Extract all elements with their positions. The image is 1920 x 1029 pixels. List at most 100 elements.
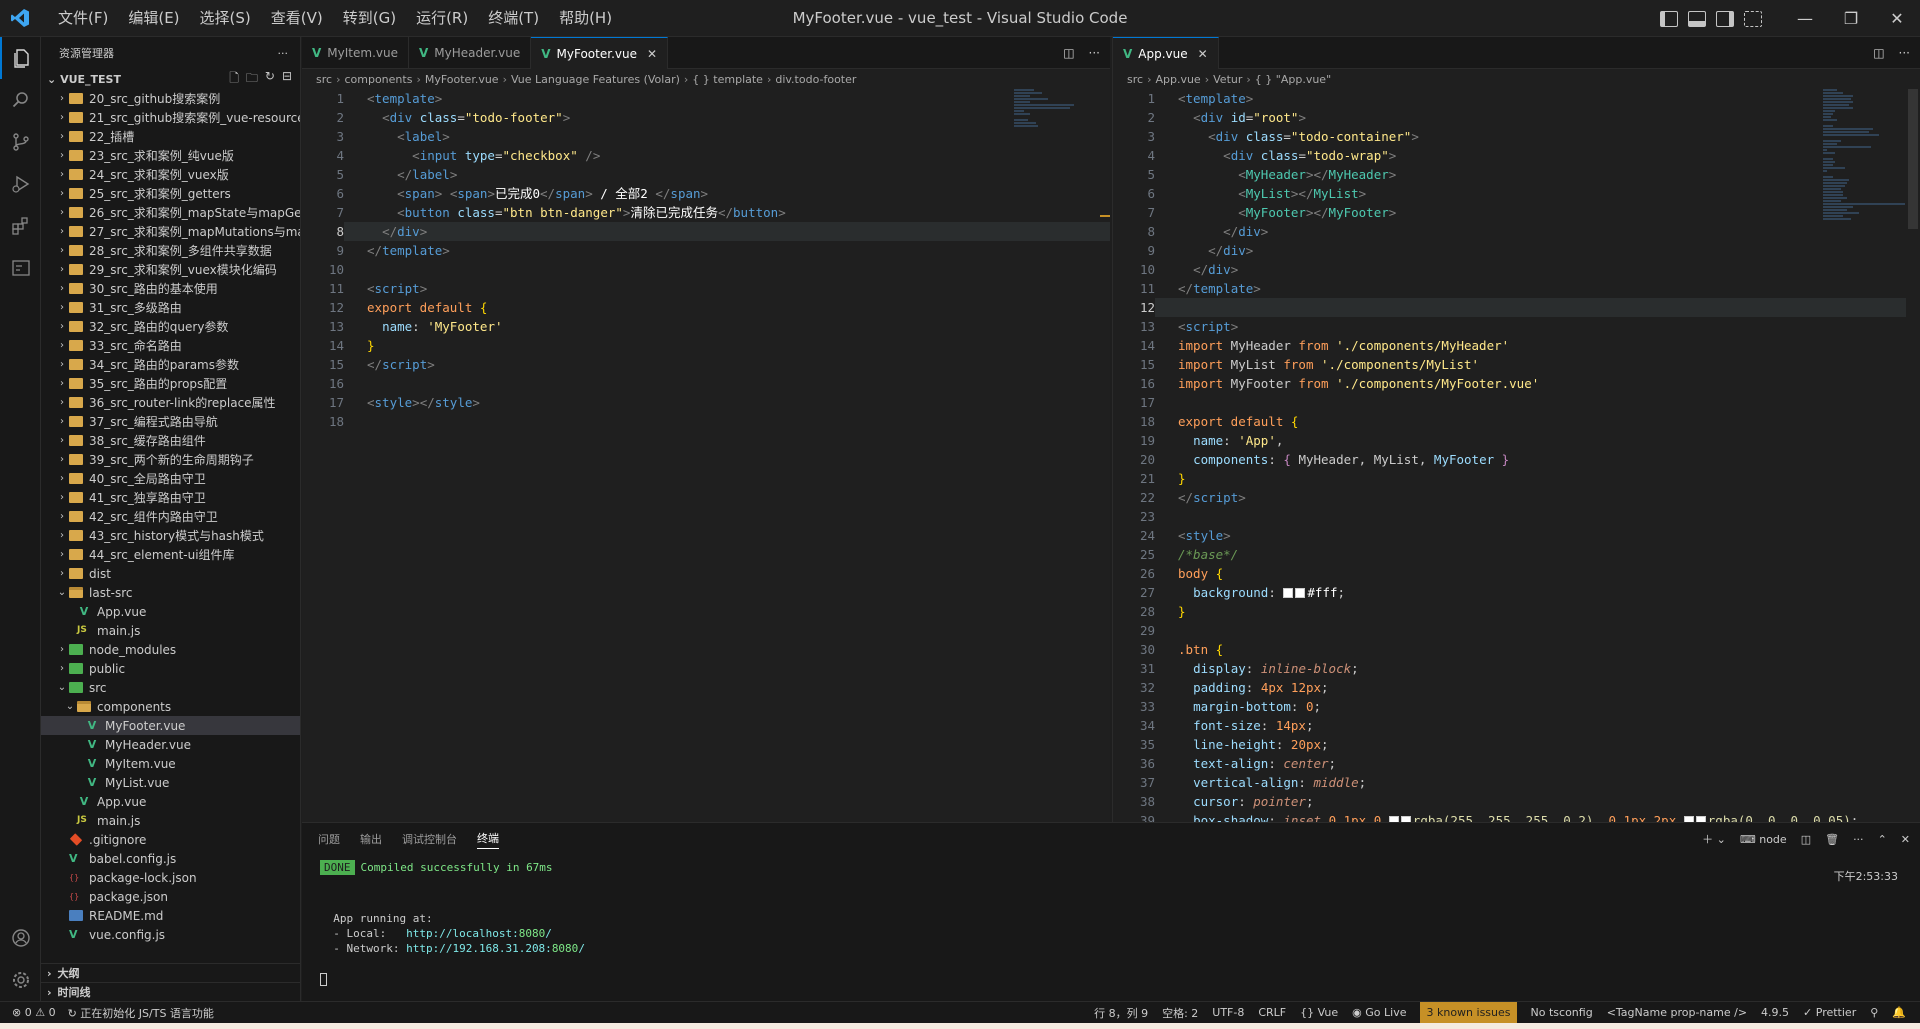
breadcrumb-item[interactable]: { } "App.vue": [1255, 73, 1331, 86]
vertical-scrollbar[interactable]: [1906, 89, 1920, 822]
project-name[interactable]: VUE_TEST: [60, 73, 121, 86]
ts-version[interactable]: 4.9.5: [1761, 1006, 1789, 1019]
tree-item[interactable]: .gitignore: [41, 830, 300, 849]
close-tab-icon[interactable]: ✕: [647, 47, 657, 61]
tab-terminal[interactable]: 终端: [477, 830, 499, 849]
breadcrumb-item[interactable]: Vue Language Features (Volar): [511, 73, 680, 86]
tree-item[interactable]: › 44_src_element-ui组件库: [41, 545, 300, 564]
tree-item[interactable]: › 37_src_编程式路由导航: [41, 412, 300, 431]
code-editor-right[interactable]: 1 <template> 2 <div id="root"> 3 <div cla…: [1113, 89, 1920, 822]
notifications-icon[interactable]: 🔔: [1892, 1006, 1906, 1019]
maximize-panel-icon[interactable]: ⌃: [1878, 833, 1887, 846]
terminal-output[interactable]: DONE Compiled successfully in 67ms App ru…: [302, 860, 1920, 988]
tag-name-style[interactable]: <TagName prop-name />: [1607, 1006, 1747, 1019]
new-terminal-icon[interactable]: ＋ ⌄: [1702, 831, 1726, 847]
tree-item[interactable]: › 32_src_路由的query参数: [41, 317, 300, 336]
refresh-icon[interactable]: ↻: [265, 69, 275, 90]
tree-item[interactable]: › 36_src_router-link的replace属性: [41, 393, 300, 412]
menu-run[interactable]: 运行(R): [406, 0, 478, 37]
breadcrumb-item[interactable]: src: [1127, 73, 1143, 86]
menu-terminal[interactable]: 终端(T): [478, 0, 549, 37]
breadcrumb-item[interactable]: MyFooter.vue: [425, 73, 499, 86]
go-live-button[interactable]: ◉ Go Live: [1352, 1006, 1406, 1019]
tsconfig-status[interactable]: No tsconfig: [1531, 1006, 1593, 1019]
known-issues-badge[interactable]: 3 known issues: [1420, 1001, 1517, 1024]
tree-item[interactable]: V MyList.vue: [41, 773, 300, 792]
tree-item[interactable]: › 39_src_两个新的生命周期钩子: [41, 450, 300, 469]
restore-button[interactable]: ❐: [1828, 0, 1874, 37]
menu-help[interactable]: 帮助(H): [549, 0, 622, 37]
timeline-section[interactable]: › 时间线: [41, 982, 300, 1001]
tree-item[interactable]: › 42_src_组件内路由守卫: [41, 507, 300, 526]
tree-item[interactable]: › 30_src_路由的基本使用: [41, 279, 300, 298]
toggle-panel-icon[interactable]: [1688, 10, 1706, 27]
search-icon[interactable]: [0, 79, 41, 121]
tree-item[interactable]: {} package-lock.json: [41, 868, 300, 887]
more-actions-icon[interactable]: ···: [1853, 833, 1864, 846]
tree-item[interactable]: › 28_src_求和案例_多组件共享数据: [41, 241, 300, 260]
language-init-status[interactable]: ↻ 正在初始化 JS/TS 语言功能: [68, 1005, 214, 1021]
tree-item[interactable]: Vbabel.config.js: [41, 849, 300, 868]
editor-tab[interactable]: V MyItem.vue: [302, 37, 409, 69]
line-ending[interactable]: CRLF: [1258, 1006, 1286, 1019]
more-actions-icon[interactable]: ···: [278, 47, 289, 60]
editor-tab[interactable]: V MyHeader.vue: [409, 37, 532, 69]
tree-item[interactable]: › 20_src_github搜索案例: [41, 89, 300, 108]
accounts-icon[interactable]: ⚲: [1870, 1006, 1878, 1019]
prettier-status[interactable]: ✓ Prettier: [1803, 1006, 1856, 1019]
tree-item[interactable]: V MyFooter.vue: [41, 716, 300, 735]
remote-explorer-icon[interactable]: [0, 247, 41, 289]
kill-terminal-icon[interactable]: 🗑: [1825, 833, 1839, 846]
split-terminal-icon[interactable]: ◫: [1801, 833, 1811, 846]
breadcrumb-item[interactable]: src: [316, 73, 332, 86]
tree-item[interactable]: › 31_src_多级路由: [41, 298, 300, 317]
tree-item[interactable]: › 23_src_求和案例_纯vue版: [41, 146, 300, 165]
tab-problems[interactable]: 问题: [318, 831, 340, 847]
minimize-button[interactable]: —: [1782, 0, 1828, 37]
menu-view[interactable]: 查看(V): [261, 0, 333, 37]
tree-item[interactable]: V App.vue: [41, 602, 300, 621]
extensions-icon[interactable]: [0, 205, 41, 247]
close-panel-icon[interactable]: ✕: [1901, 833, 1910, 846]
menu-file[interactable]: 文件(F): [48, 0, 118, 37]
minimap[interactable]: [1823, 89, 1905, 289]
more-actions-icon[interactable]: ···: [1899, 46, 1910, 60]
language-mode[interactable]: {} Vue: [1300, 1006, 1338, 1019]
settings-gear-icon[interactable]: [0, 959, 41, 1001]
editor-tab[interactable]: V App.vue ✕: [1113, 37, 1219, 69]
explorer-icon[interactable]: [0, 37, 41, 79]
indentation[interactable]: 空格: 2: [1162, 1005, 1198, 1021]
tree-item[interactable]: Vvue.config.js: [41, 925, 300, 944]
tree-item[interactable]: README.md: [41, 906, 300, 925]
tree-item[interactable]: › public: [41, 659, 300, 678]
breadcrumb-item[interactable]: Vetur: [1213, 73, 1242, 86]
breadcrumb-item[interactable]: div.todo-footer: [775, 73, 856, 86]
tree-item[interactable]: ⌄ src: [41, 678, 300, 697]
tree-item[interactable]: › 26_src_求和案例_mapState与mapGetters: [41, 203, 300, 222]
split-editor-icon[interactable]: ◫: [1873, 46, 1884, 60]
tree-item[interactable]: › 27_src_求和案例_mapMutations与mapA...: [41, 222, 300, 241]
tree-item[interactable]: V App.vue: [41, 792, 300, 811]
customize-layout-icon[interactable]: [1744, 10, 1762, 27]
menu-edit[interactable]: 编辑(E): [118, 0, 189, 37]
tree-item[interactable]: JS main.js: [41, 621, 300, 640]
menu-selection[interactable]: 选择(S): [190, 0, 261, 37]
tree-item[interactable]: ⌄ last-src: [41, 583, 300, 602]
tree-item[interactable]: › 34_src_路由的params参数: [41, 355, 300, 374]
tree-item[interactable]: › 29_src_求和案例_vuex模块化编码: [41, 260, 300, 279]
tree-item[interactable]: › 40_src_全局路由守卫: [41, 469, 300, 488]
tree-item[interactable]: › dist: [41, 564, 300, 583]
breadcrumb-item[interactable]: { } template: [692, 73, 763, 86]
tree-item[interactable]: › 43_src_history模式与hash模式: [41, 526, 300, 545]
tree-item[interactable]: › 35_src_路由的props配置: [41, 374, 300, 393]
tree-item[interactable]: › 38_src_缓存路由组件: [41, 431, 300, 450]
tree-item[interactable]: › node_modules: [41, 640, 300, 659]
close-button[interactable]: ✕: [1874, 0, 1920, 37]
minimap[interactable]: [1014, 89, 1084, 289]
new-folder-icon[interactable]: 🗀: [246, 69, 258, 90]
cursor-position[interactable]: 行 8，列 9: [1094, 1005, 1148, 1021]
tree-item[interactable]: JS main.js: [41, 811, 300, 830]
tree-item[interactable]: › 24_src_求和案例_vuex版: [41, 165, 300, 184]
toggle-secondary-sidebar-icon[interactable]: [1716, 10, 1734, 27]
account-icon[interactable]: [0, 917, 41, 959]
